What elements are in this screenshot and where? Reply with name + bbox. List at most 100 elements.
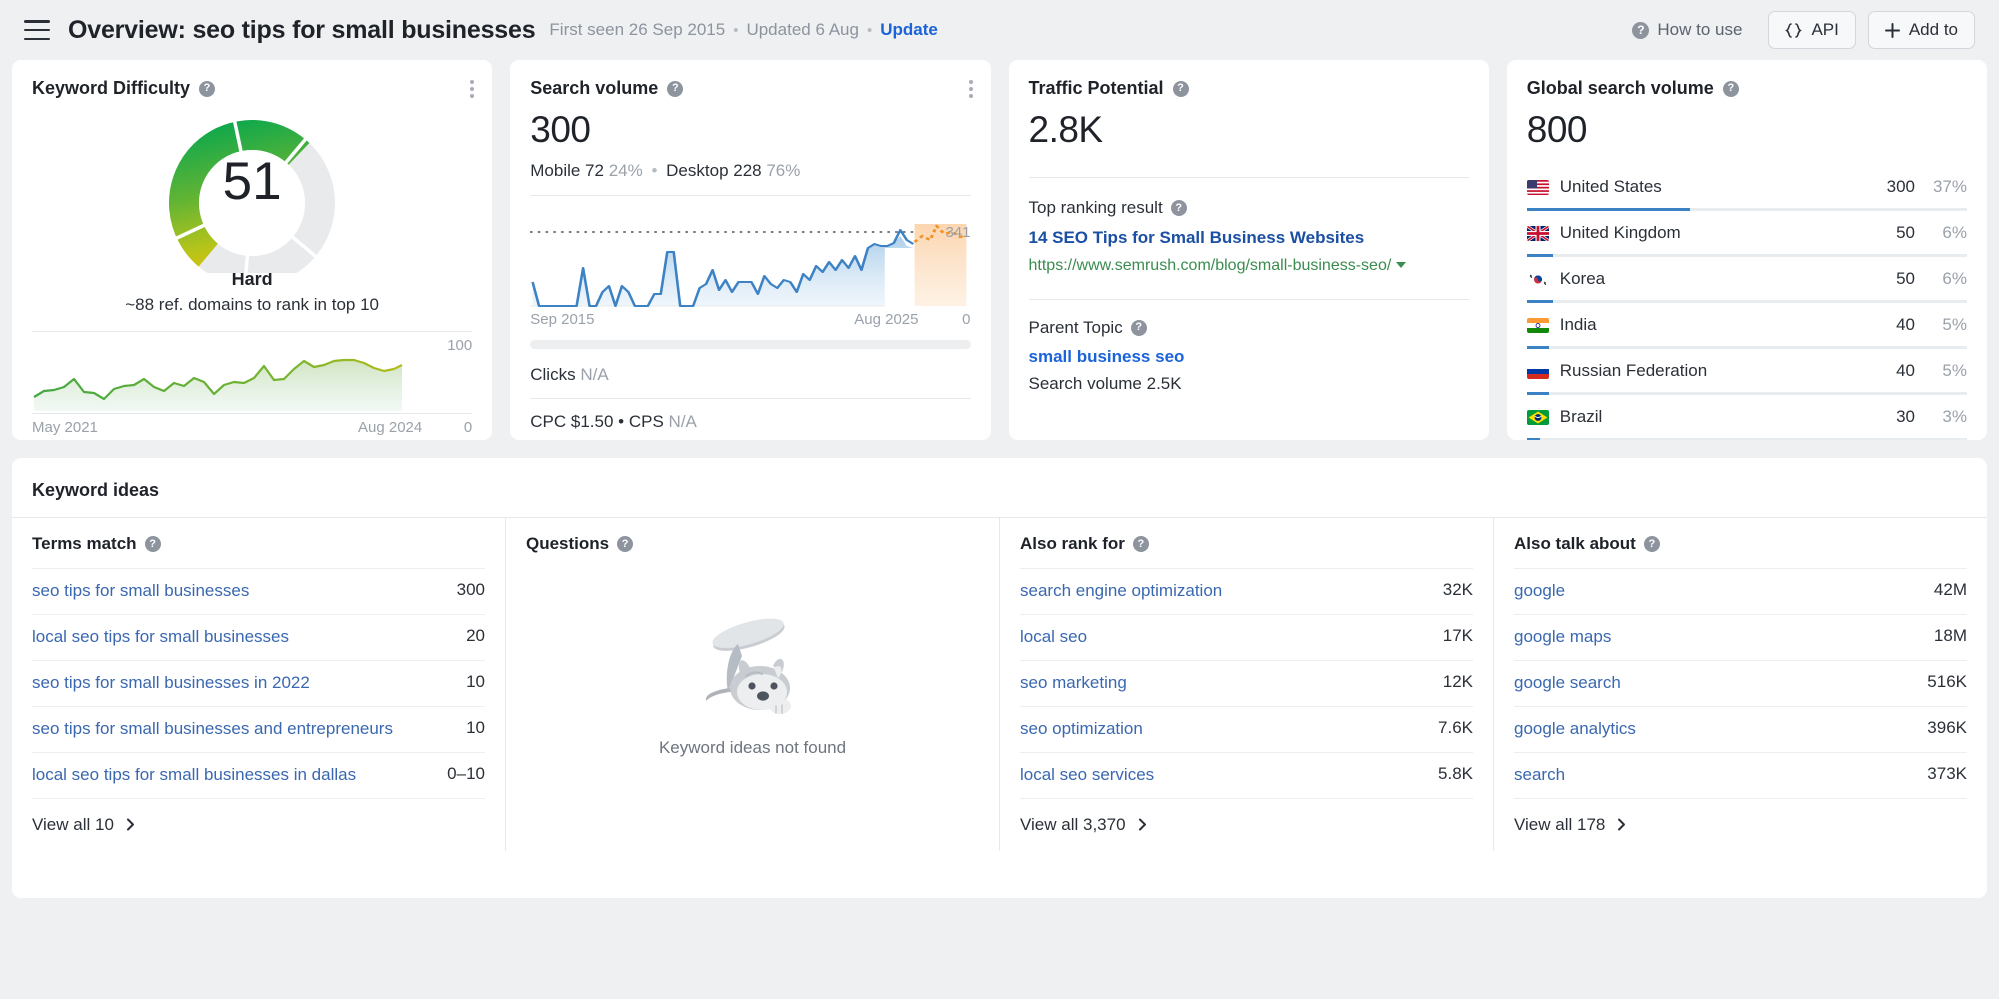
hamburger-menu-icon[interactable]	[24, 20, 50, 40]
also-rank-for-header: Also rank for ?	[1020, 518, 1473, 568]
sv-desktop-label: Desktop 228	[666, 161, 762, 180]
keyword-link[interactable]: google search	[1514, 672, 1927, 695]
keyword-row[interactable]: seo marketing 12K	[1020, 659, 1473, 706]
keyword-row[interactable]: google analytics 396K	[1514, 705, 1967, 752]
keyword-row[interactable]: local seo tips for small businesses in d…	[32, 751, 485, 798]
also-talk-about-help-icon[interactable]: ?	[1643, 536, 1660, 552]
keyword-link[interactable]: local seo services	[1020, 764, 1438, 787]
keyword-link[interactable]: seo tips for small businesses in 2022	[32, 672, 466, 695]
keyword-link[interactable]: seo tips for small businesses and entrep…	[32, 718, 466, 741]
questions-help-icon[interactable]: ?	[617, 536, 634, 552]
keyword-link[interactable]: local seo tips for small businesses in d…	[32, 764, 447, 787]
also-talk-about-rows: google 42M google maps 18M google search 516K…	[1514, 568, 1967, 798]
keyword-row[interactable]: seo tips for small businesses and entrep…	[32, 705, 485, 752]
country-volume: 40	[1896, 315, 1915, 334]
kd-card-header: Keyword Difficulty ?	[32, 78, 472, 99]
keyword-link[interactable]: seo tips for small businesses	[32, 580, 457, 603]
tp-parent-topic-link[interactable]: small business seo	[1029, 347, 1469, 367]
keyword-row[interactable]: seo tips for small businesses 300	[32, 568, 485, 614]
country-name: Russian Federation	[1559, 361, 1708, 380]
country-percent: 5%	[1942, 361, 1967, 380]
search-volume-card: Search volume ? 300 Mobile 72 24% • Desk…	[510, 60, 991, 440]
flag-us-icon	[1526, 179, 1549, 195]
sv-cpc-separator: •	[618, 412, 625, 431]
keyword-link[interactable]: google	[1514, 580, 1934, 603]
keyword-row[interactable]: local seo tips for small businesses 20	[32, 613, 485, 660]
keyword-row[interactable]: seo tips for small businesses in 2022 10	[32, 659, 485, 706]
kd-more-options-icon[interactable]	[470, 80, 475, 98]
tp-top-ranking-help-icon[interactable]: ?	[1170, 200, 1187, 216]
tp-parent-topic-help-icon[interactable]: ?	[1130, 319, 1147, 336]
tp-top-result-url[interactable]: https://www.semrush.com/blog/small-busin…	[1029, 255, 1469, 277]
metric-cards-row: Keyword Difficulty ? 51 Hard ~88 ref. do…	[0, 60, 1999, 440]
gsv-value: 800	[1526, 109, 1588, 150]
update-link[interactable]: Update	[880, 20, 938, 40]
kd-chart-bottom-axis	[32, 413, 473, 414]
sv-cpc-row: CPC $1.50 • CPS N/A	[530, 398, 971, 440]
keyword-link[interactable]: seo marketing	[1020, 672, 1443, 695]
kd-chart-end-date: Aug 2024	[358, 419, 423, 436]
keyword-volume: 516K	[1927, 671, 1967, 691]
country-line: United Kingdom 50 6%	[1526, 223, 1967, 243]
keyword-row[interactable]: search 373K	[1514, 751, 1967, 798]
sv-cps-value: N/A	[668, 412, 697, 431]
keyword-row[interactable]: google 42M	[1514, 568, 1967, 614]
help-icon: ?	[1632, 21, 1650, 39]
country-volume-bar	[1526, 438, 1967, 440]
how-to-use-button[interactable]: ? How to use	[1632, 20, 1742, 40]
country-percent: 3%	[1942, 407, 1967, 426]
sv-help-icon[interactable]: ?	[667, 80, 684, 97]
keyword-row[interactable]: google search 516K	[1514, 659, 1967, 706]
sv-chart-scrollbar[interactable]	[530, 340, 971, 349]
country-volume-bar	[1526, 300, 1967, 303]
sv-more-options-icon[interactable]	[968, 80, 973, 98]
keyword-volume: 12K	[1442, 671, 1473, 691]
gsv-help-icon[interactable]: ?	[1722, 80, 1739, 97]
keyword-link[interactable]: search	[1514, 764, 1927, 787]
country-name: Korea	[1559, 269, 1606, 288]
also-rank-for-help-icon[interactable]: ?	[1132, 536, 1149, 552]
terms-match-help-icon[interactable]: ?	[144, 536, 161, 552]
country-name: India	[1559, 315, 1597, 334]
country-row[interactable]: United States 300 37%	[1526, 165, 1967, 211]
keyword-link[interactable]: seo optimization	[1020, 718, 1438, 741]
add-to-button[interactable]: Add to	[1867, 11, 1975, 49]
gsv-title: Global search volume	[1526, 78, 1714, 98]
country-row[interactable]: India 40 5%	[1526, 303, 1967, 349]
api-button[interactable]: API	[1768, 11, 1856, 49]
keyword-row[interactable]: google maps 18M	[1514, 613, 1967, 660]
keyword-link[interactable]: google maps	[1514, 626, 1934, 649]
country-row[interactable]: Brazil 30 3%	[1526, 395, 1967, 440]
country-row[interactable]: Korea 50 6%	[1526, 257, 1967, 303]
kd-help-icon[interactable]: ?	[199, 80, 216, 97]
questions-empty-state: Keyword ideas not found	[526, 568, 979, 758]
sv-card-header: Search volume ?	[530, 78, 970, 99]
also-talk-about-column: Also talk about ? google 42M google maps 18…	[1494, 518, 1987, 851]
keyword-link[interactable]: local seo tips for small businesses	[32, 626, 466, 649]
sv-title: Search volume	[530, 78, 659, 98]
how-to-use-label: How to use	[1657, 20, 1743, 39]
also-rank-for-view-all[interactable]: View all 3,370	[1020, 797, 1473, 851]
tp-help-icon[interactable]: ?	[1172, 80, 1189, 97]
country-volume-bar	[1526, 254, 1967, 257]
country-volume: 300	[1886, 177, 1915, 196]
keyword-row[interactable]: seo optimization 7.6K	[1020, 705, 1473, 752]
keyword-row[interactable]: search engine optimization 32K	[1020, 568, 1473, 614]
keyword-volume: 396K	[1927, 717, 1967, 737]
country-row[interactable]: Russian Federation 40 5%	[1526, 349, 1967, 395]
terms-match-view-all[interactable]: View all 10	[32, 797, 485, 851]
tp-top-result-link[interactable]: 14 SEO Tips for Small Business Websites	[1029, 227, 1469, 250]
keyword-link[interactable]: google analytics	[1514, 718, 1927, 741]
country-row[interactable]: United Kingdom 50 6%	[1526, 211, 1967, 257]
keyword-row[interactable]: local seo 17K	[1020, 613, 1473, 660]
sv-history-chart: 341 0 Sep 2015 Aug 2025	[530, 210, 971, 328]
tp-top-ranking-label: Top ranking result	[1028, 198, 1163, 217]
keyword-link[interactable]: local seo	[1020, 626, 1443, 649]
tp-url-dropdown-caret-icon[interactable]	[1396, 261, 1407, 268]
kd-gauge: 51	[154, 105, 350, 287]
kd-chart-start-date: May 2021	[32, 419, 98, 436]
keyword-link[interactable]: search engine optimization	[1020, 580, 1443, 603]
also-talk-about-view-all[interactable]: View all 178	[1514, 797, 1967, 851]
flag-br-icon	[1526, 409, 1549, 425]
keyword-row[interactable]: local seo services 5.8K	[1020, 751, 1473, 798]
